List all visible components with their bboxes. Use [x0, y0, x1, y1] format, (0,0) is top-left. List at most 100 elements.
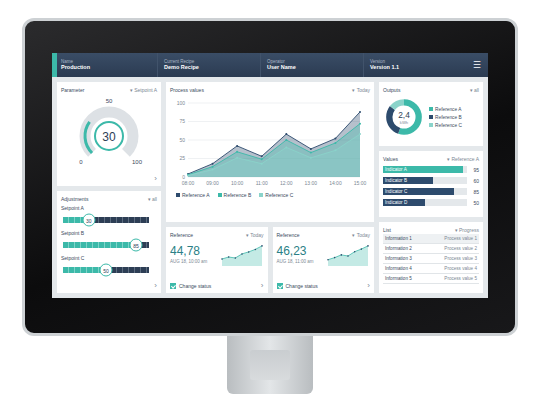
status-checkbox[interactable]	[277, 283, 283, 289]
more-arrow[interactable]: ›	[367, 282, 370, 290]
legend-item: Reference A	[429, 107, 462, 112]
y-tick: 75	[179, 118, 360, 124]
header-item[interactable]: Current RecipeDemo Recipe	[157, 53, 260, 77]
filter-dropdown[interactable]: ▾ Progress	[455, 227, 479, 233]
filter-dropdown[interactable]: ▾ all	[470, 87, 479, 93]
values-card: Values▾ Reference AIndicator A95Indicato…	[379, 151, 483, 217]
status-checkbox[interactable]	[170, 283, 176, 289]
slider-track[interactable]: 30	[63, 217, 149, 223]
data-point[interactable]	[285, 133, 287, 135]
more-arrow[interactable]: ›	[154, 282, 157, 290]
data-point[interactable]	[187, 174, 189, 176]
bar-fill: Indicator C	[383, 188, 454, 195]
gauge: 30500100	[69, 96, 149, 168]
header-item[interactable]: OperatorUser Name	[260, 53, 363, 77]
data-point[interactable]	[310, 152, 312, 154]
list-row[interactable]: Information 5Process value 5	[383, 274, 479, 284]
header-item[interactable]: VersionVersion 1.1	[363, 53, 466, 77]
list-row[interactable]: Information 1Process value 1	[383, 234, 479, 244]
hmi-screen: NameProductionCurrent RecipeDemo RecipeO…	[52, 53, 488, 298]
legend-item: Reference C	[429, 123, 462, 128]
series-line	[188, 134, 360, 175]
sparkline-area	[222, 246, 262, 266]
header-value: Production	[61, 64, 151, 71]
sparkline-point	[241, 253, 243, 255]
more-arrow[interactable]: ›	[154, 175, 157, 183]
header-label: Operator	[267, 59, 357, 65]
reference-footer: Change status›	[277, 281, 371, 290]
data-point[interactable]	[261, 163, 263, 165]
slider-knob[interactable]: 85	[130, 239, 143, 252]
data-point[interactable]	[334, 142, 336, 144]
data-point[interactable]	[359, 133, 361, 135]
x-tick-label: 15:00	[354, 180, 367, 186]
filter-dropdown[interactable]: ▾ Today	[246, 232, 264, 238]
filter-dropdown[interactable]: ▾ Setpoint A	[130, 87, 157, 93]
sparkline-point	[354, 251, 356, 253]
filter-dropdown[interactable]: ▾ all	[148, 196, 157, 202]
list-detail: Process value 4	[444, 266, 477, 271]
gauge-tick: 50	[106, 98, 113, 104]
card-header: Reference▾ Today	[277, 230, 371, 239]
data-point[interactable]	[359, 123, 361, 125]
list-row[interactable]: Information 2Process value 2	[383, 244, 479, 254]
y-tick-label: 0	[182, 174, 185, 180]
gauge-tick: 100	[132, 159, 143, 165]
data-point[interactable]	[285, 146, 287, 148]
slider-track[interactable]: 50	[63, 267, 149, 273]
menu-icon[interactable]: ☰	[466, 53, 488, 77]
bar-label: Indicator D	[383, 200, 407, 205]
header-item[interactable]: NameProduction	[52, 53, 157, 77]
sparkline-point	[347, 255, 349, 257]
legend-item: Reference B	[429, 115, 462, 120]
left-column: Parameter▾ Setpoint A30500100›Adjustment…	[57, 82, 161, 293]
data-point[interactable]	[310, 157, 312, 159]
list-row[interactable]: Information 3Process value 3	[383, 254, 479, 264]
series-points	[187, 111, 361, 175]
data-point[interactable]	[334, 138, 336, 140]
slider-knob[interactable]: 50	[100, 264, 113, 277]
data-point[interactable]	[236, 157, 238, 159]
area-chart: 025507510008:0009:0010:0011:0012:0013:00…	[170, 97, 370, 189]
donut-segment[interactable]	[389, 102, 418, 131]
data-point[interactable]	[212, 163, 214, 165]
donut-segment[interactable]	[389, 102, 418, 131]
slider-knob[interactable]: 30	[82, 214, 95, 227]
header-value: Demo Recipe	[164, 64, 254, 71]
data-point[interactable]	[261, 155, 263, 157]
bar-track: Indicator C	[383, 188, 467, 195]
data-point[interactable]	[212, 166, 214, 168]
data-point[interactable]	[359, 111, 361, 113]
list-row[interactable]: Information 4Process value 4	[383, 264, 479, 274]
gauge-fill	[85, 122, 92, 153]
data-point[interactable]	[310, 148, 312, 150]
slider-track[interactable]: 85	[63, 242, 149, 248]
data-point[interactable]	[261, 158, 263, 160]
gauge-tick: 0	[79, 159, 83, 165]
data-point[interactable]	[285, 139, 287, 141]
x-tick-label: 10:00	[231, 180, 244, 186]
filter-dropdown[interactable]: ▾ Today	[352, 87, 370, 93]
slider-label: Setpoint B	[61, 230, 157, 237]
donut-segment[interactable]	[389, 102, 418, 131]
y-tick: 100	[177, 100, 360, 106]
series-points	[187, 123, 361, 176]
bar-label: Indicator B	[383, 178, 407, 183]
bar-track: Indicator B	[383, 177, 467, 184]
value-bar-row: Indicator C85	[383, 187, 479, 196]
header-value: Version 1.1	[370, 64, 460, 71]
reference-time: AUG 18, 10:00 am	[170, 258, 207, 265]
filter-dropdown[interactable]: ▾ Today	[352, 232, 370, 238]
grid-line	[188, 121, 360, 122]
card-header: Adjustments▾ all	[61, 194, 157, 203]
reference-time: AUG 18, 11:00 am	[277, 258, 314, 265]
slider-label: Setpoint A	[61, 205, 157, 212]
data-point[interactable]	[334, 149, 336, 151]
data-point[interactable]	[236, 151, 238, 153]
data-point[interactable]	[187, 175, 189, 177]
filter-dropdown[interactable]: ▾ Reference A	[447, 156, 479, 162]
sparkline-point	[367, 245, 369, 247]
data-point[interactable]	[212, 169, 214, 171]
data-point[interactable]	[236, 145, 238, 147]
more-arrow[interactable]: ›	[261, 282, 264, 290]
